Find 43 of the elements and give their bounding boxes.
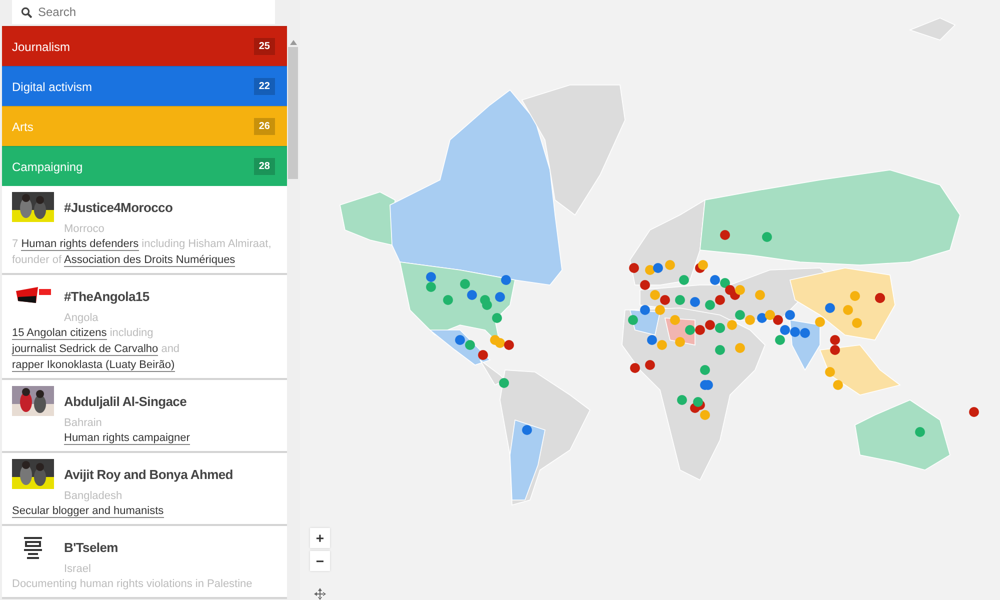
country-label: Angola (63, 312, 100, 324)
story-description: 15 Angolan citizens including journalist Sedrick de Carvalho and rapper Ikonoklasta (Luaty Beirão) (12, 326, 181, 373)
story-description: 7 Human rights defenders including Hisham Almiraat, founder of Association des Droits Numériques (12, 237, 272, 268)
scroll-up-icon[interactable] (290, 40, 296, 45)
story-card[interactable]: B'Tselem Israel Documenting human rights violations in Palestine (2, 526, 287, 599)
category-label: Arts (12, 120, 34, 134)
link[interactable]: Human rights defenders (21, 238, 139, 251)
category-item[interactable]: Journalism 25 (2, 26, 287, 66)
zoom-out-button[interactable]: − (310, 551, 330, 571)
country-label: Israel (63, 563, 92, 575)
country-label: Bahrain (63, 417, 103, 429)
category-item[interactable]: Digital activism 22 (2, 66, 287, 106)
count-badge: 22 (254, 78, 275, 95)
story-card[interactable]: #Justice4Morocco Morroco 7 Human rights defenders including Hisham Almiraat, founder of Association des Droits Numériques (2, 186, 287, 275)
story-card[interactable]: Avijit Roy and Bonya Ahmed Bangladesh Secular blogger and humanists (2, 453, 287, 526)
scrollbar-thumb[interactable] (288, 47, 298, 179)
story-title: #Justice4Morocco (64, 200, 173, 214)
search-field[interactable]: Search (12, 0, 275, 24)
link[interactable]: Secular blogger and humanists (12, 505, 164, 518)
story-title: Avijit Roy and Bonya Ahmed (64, 466, 233, 482)
category-item[interactable]: Campaigning 28 (2, 146, 287, 186)
link[interactable]: Association des Droits Numériques (64, 254, 236, 267)
pan-icon[interactable] (314, 588, 326, 600)
link[interactable]: 15 Angolan citizens (12, 327, 107, 340)
story-title: Abduljalil Al-Singace (64, 394, 187, 408)
link[interactable]: rapper Ikonoklasta (Luaty Beirão) (12, 359, 175, 372)
story-title: B'Tselem (64, 540, 118, 554)
count-badge: 28 (254, 158, 275, 175)
country-label: Bangladesh (63, 490, 124, 502)
story-description: Documenting human rights violations in Palestine (12, 577, 254, 592)
category-label: Campaigning (12, 160, 83, 174)
zoom-in-button[interactable]: + (310, 528, 330, 548)
search-icon (21, 7, 32, 18)
count-badge: 26 (254, 118, 275, 135)
count-badge: 25 (254, 38, 275, 55)
link[interactable]: Human rights campaigner (64, 432, 190, 445)
story-card[interactable]: Abduljalil Al-Singace Bahrain Human rights campaigner (2, 380, 287, 453)
country-label: Morroco (63, 223, 106, 235)
link[interactable]: journalist Sedrick de Carvalho (12, 343, 158, 356)
story-card[interactable]: #TheAngola15 Angola 15 Angolan citizens including journalist Sedrick de Carvalho and rapper Ikonoklasta (Luaty Beirão) (2, 275, 287, 380)
category-label: Digital activism (12, 80, 92, 94)
category-label: Journalism (12, 40, 70, 54)
story-title: #TheAngola15 (64, 288, 150, 304)
